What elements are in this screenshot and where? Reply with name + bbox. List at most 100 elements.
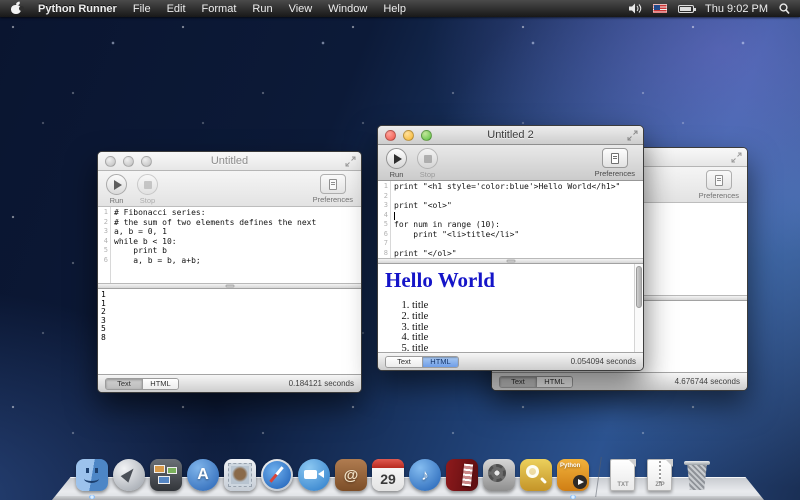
code-text: print b [110,246,167,256]
menu-window[interactable]: Window [328,3,367,15]
menu-edit[interactable]: Edit [167,3,186,15]
run-button[interactable] [386,148,407,169]
toolbar: Run Stop Preferences [378,145,643,181]
battery-icon[interactable] [678,5,694,13]
output-line: 5 [101,325,361,334]
line-number: 6 [378,230,390,240]
status-bar: Text HTML 0.054094 seconds [378,352,643,370]
line-number: 4 [378,211,390,221]
trash-icon[interactable] [679,457,715,493]
search-utility-icon[interactable] [518,457,554,493]
close-button[interactable] [385,130,396,141]
output-line: 1 [101,291,361,300]
menu-help[interactable]: Help [383,3,406,15]
html-mode-button[interactable]: HTML [536,377,572,387]
execution-time: 0.054094 seconds [571,357,636,366]
menu-view[interactable]: View [289,3,313,15]
preferences-label: Preferences [313,195,353,204]
menu-file[interactable]: File [133,3,151,15]
stop-label: Stop [140,196,155,205]
code-line: 1# Fibonacci series: [98,208,361,218]
spotlight-icon[interactable] [779,3,790,15]
code-line: 4while b < 10: [98,237,361,247]
output-line: 8 [101,334,361,343]
status-bar: Text HTML 4.676744 seconds [492,372,747,390]
code-text: # Fibonacci series: [110,208,206,218]
code-text [395,211,399,221]
menu-format[interactable]: Format [202,3,237,15]
window-untitled[interactable]: Untitled Run Stop Preferences 1# Fibonac… [97,151,362,393]
stop-button[interactable] [137,174,158,195]
stop-button[interactable] [417,148,438,169]
system-preferences-icon[interactable] [481,457,517,493]
line-number: 3 [98,227,110,237]
photo-booth-icon[interactable] [444,457,480,493]
html-mode-button[interactable]: HTML [422,357,458,367]
title-bar[interactable]: Untitled [98,152,361,171]
line-number: 1 [378,182,390,192]
code-text: print "<h1 style='color:blue'>Hello Worl… [390,182,620,192]
launchpad-icon[interactable] [111,457,147,493]
mail-icon[interactable] [222,457,258,493]
code-text [390,192,394,202]
scrollbar-thumb[interactable] [636,266,642,308]
text-mode-button[interactable]: Text [386,357,422,367]
toolbar: Run Stop Preferences [98,171,361,207]
close-button[interactable] [105,156,116,167]
scrollbar-track[interactable] [634,264,643,352]
finder-icon[interactable] [74,457,110,493]
output-mode-switch: Text HTML [499,376,573,388]
zip-document-icon[interactable]: ZIP [642,457,678,493]
html-output-pane[interactable]: Hello World title title title title titl… [378,264,643,352]
splitter-handle[interactable] [225,285,234,288]
input-language-flag-icon[interactable] [653,4,667,13]
code-editor[interactable]: 1print "<h1 style='color:blue'>Hello Wor… [378,181,643,258]
splitter-handle[interactable] [506,260,515,263]
zoom-button[interactable] [141,156,152,167]
menu-run[interactable]: Run [252,3,272,15]
minimize-button[interactable] [123,156,134,167]
menu-bar-clock[interactable]: Thu 9:02 PM [705,3,768,15]
mission-control-icon[interactable] [148,457,184,493]
run-button[interactable] [106,174,127,195]
itunes-icon[interactable]: ♪ [407,457,443,493]
status-bar: Text HTML 0.184121 seconds [98,374,361,392]
zoom-button[interactable] [421,130,432,141]
apple-menu-icon[interactable] [10,2,22,15]
rendered-heading: Hello World [385,268,635,292]
code-editor[interactable]: 1# Fibonacci series: 2# the sum of two e… [98,207,361,283]
output-pane[interactable]: 1 1 2 3 5 8 [98,289,361,374]
line-number: 6 [98,256,110,266]
volume-icon[interactable] [629,3,642,14]
code-line: 8print "</ol>" [378,249,643,259]
fullscreen-icon[interactable] [731,152,742,163]
code-text: a, b = b, a+b; [110,256,201,266]
stop-label: Stop [420,170,435,179]
fullscreen-icon[interactable] [627,130,638,141]
txt-document-icon[interactable]: TXT [605,457,641,493]
output-line: 2 [101,308,361,317]
code-text: print "</ol>" [390,249,457,259]
fullscreen-icon[interactable] [345,156,356,167]
title-bar[interactable]: Untitled 2 [378,126,643,145]
text-mode-button[interactable]: Text [106,379,142,389]
code-text: # the sum of two elements defines the ne… [110,218,316,228]
safari-icon[interactable] [259,457,295,493]
preferences-button[interactable] [602,148,628,168]
execution-time: 0.184121 seconds [289,379,354,388]
html-mode-button[interactable]: HTML [142,379,178,389]
python-runner-icon[interactable]: Python [555,457,591,493]
preferences-button[interactable] [320,174,346,194]
app-store-icon[interactable]: A [185,457,221,493]
app-menu-title[interactable]: Python Runner [38,3,117,15]
calendar-icon[interactable]: 29 [370,457,406,493]
preferences-label: Preferences [699,191,739,200]
facetime-icon[interactable] [296,457,332,493]
text-mode-button[interactable]: Text [500,377,536,387]
address-book-icon[interactable]: @ [333,457,369,493]
minimize-button[interactable] [403,130,414,141]
code-line: 6 print "<li>title</li>" [378,230,643,240]
window-untitled-2[interactable]: Untitled 2 Run Stop Preferences 1print "… [377,125,644,371]
preferences-button[interactable] [706,170,732,190]
line-number: 1 [98,208,110,218]
